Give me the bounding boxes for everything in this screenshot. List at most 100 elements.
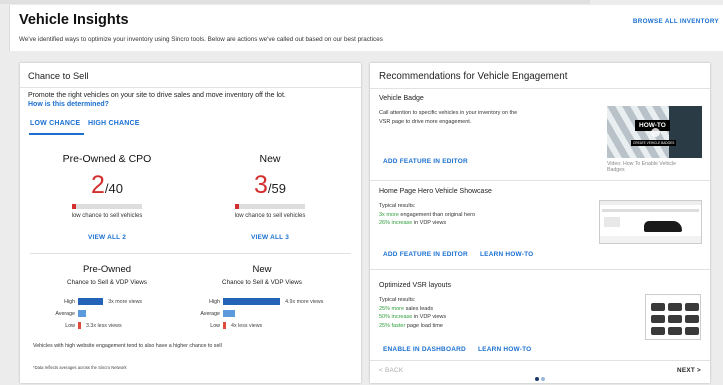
section-title: Home Page Hero Vehicle Showcase bbox=[379, 188, 492, 195]
hero-preview-image bbox=[599, 200, 702, 244]
add-feature-badge-button[interactable]: ADD FEATURE IN EDITOR bbox=[383, 158, 468, 165]
car-icon bbox=[644, 221, 682, 232]
result-text: in VDP views bbox=[412, 220, 447, 226]
back-button[interactable]: < BACK bbox=[379, 367, 403, 374]
section-body: Typical results: 3x more engagement than… bbox=[379, 202, 475, 228]
result-highlight: 3x more bbox=[379, 211, 399, 218]
page-title: Vehicle Insights bbox=[19, 12, 129, 28]
view-all-preowned-button[interactable]: VIEW ALL 2 bbox=[32, 234, 182, 241]
page-dot-active[interactable] bbox=[535, 377, 539, 381]
result-line: 26% increase in VDP views bbox=[379, 219, 475, 228]
result-text: sales leads bbox=[404, 305, 434, 312]
vdp-new-row-low: Low 4x less views bbox=[210, 322, 353, 330]
add-feature-hero-button[interactable]: ADD FEATURE IN EDITOR bbox=[383, 251, 468, 258]
section-title: Vehicle Badge bbox=[379, 95, 424, 102]
stat-caption: low chance to sell vehicles bbox=[71, 213, 143, 219]
body-line: Call attention to specific vehicles in y… bbox=[379, 110, 518, 116]
caption-line: Badges bbox=[607, 167, 625, 174]
section-body: Call attention to specific vehicles in y… bbox=[379, 109, 517, 126]
vdp-new-row-average: Average bbox=[200, 310, 353, 318]
body-line: VSR page to drive more engagement. bbox=[379, 118, 472, 125]
stat-count-total: /40 bbox=[104, 181, 123, 196]
row-bar bbox=[78, 310, 87, 317]
vdp-preowned-row-low: Low 3.3x less views bbox=[65, 322, 198, 330]
divider bbox=[370, 360, 710, 361]
row-bar bbox=[223, 310, 235, 317]
vdp-preowned-subheading: Chance to Sell & VDP Views bbox=[67, 279, 147, 286]
vdp-preowned-heading: Pre-Owned bbox=[82, 264, 132, 275]
page-dot[interactable] bbox=[540, 377, 545, 381]
play-icon bbox=[651, 128, 660, 137]
vdp-preowned-row-average: Average bbox=[55, 310, 198, 318]
result-text: engagement than original hero bbox=[398, 211, 476, 218]
how-determined-link[interactable]: How is this determined? bbox=[28, 101, 109, 108]
stat-progress-fill bbox=[72, 204, 76, 209]
row-note: 4x less views bbox=[231, 323, 263, 329]
video-caption: Video: How To Enable Vehicle Badges bbox=[607, 161, 676, 174]
stat-heading: New bbox=[259, 153, 281, 165]
car-tile bbox=[668, 315, 682, 323]
row-note: 3x more views bbox=[108, 299, 143, 305]
tab-high-chance[interactable]: HIGH CHANCE bbox=[88, 120, 140, 127]
row-label: High bbox=[64, 299, 75, 305]
recommendations-card: Recommendations for Vehicle Engagement V… bbox=[370, 63, 710, 383]
result-text: in VDP views bbox=[412, 314, 447, 320]
tab-low-chance[interactable]: LOW CHANCE bbox=[30, 120, 80, 127]
car-tile bbox=[685, 303, 699, 311]
pagination-dots bbox=[535, 368, 546, 385]
result-highlight: 25% more bbox=[379, 305, 405, 312]
stat-count-value: 2 bbox=[91, 171, 105, 199]
enable-in-dashboard-button[interactable]: ENABLE IN DASHBOARD bbox=[383, 346, 466, 353]
car-tile bbox=[685, 315, 699, 323]
section-title: Optimized VSR layouts bbox=[379, 282, 451, 289]
page-subtitle: We've identified ways to optimize your i… bbox=[19, 36, 383, 43]
vsr-preview-image bbox=[645, 294, 701, 340]
preview-nav bbox=[602, 209, 699, 212]
learn-how-to-vsr-button[interactable]: LEARN HOW-TO bbox=[478, 346, 531, 353]
result-line: 25% faster page load time bbox=[379, 322, 446, 331]
row-bar bbox=[223, 322, 226, 329]
browse-all-inventory-link[interactable]: BROWSE ALL INVENTORY bbox=[633, 18, 719, 25]
row-label: High bbox=[209, 299, 220, 305]
vdp-new-heading: New bbox=[252, 264, 272, 275]
vdp-preowned-row-high: High 3x more views bbox=[64, 298, 198, 306]
row-label: Average bbox=[55, 311, 75, 317]
stat-count: 2/40 bbox=[32, 171, 182, 203]
stat-heading: Pre-Owned & CPO bbox=[62, 153, 152, 165]
car-tile bbox=[651, 315, 665, 323]
stat-count: 3/59 bbox=[195, 171, 345, 203]
row-bar bbox=[78, 298, 104, 305]
divider bbox=[370, 88, 710, 89]
section-body: Typical results: 25% more sales leads 50… bbox=[379, 296, 446, 330]
row-label: Low bbox=[210, 323, 220, 329]
result-text: page load time bbox=[405, 322, 443, 329]
card-title: Chance to Sell bbox=[28, 71, 89, 81]
active-tab-indicator bbox=[29, 133, 84, 135]
chance-to-sell-card: Chance to Sell Promote the right vehicle… bbox=[20, 63, 361, 383]
page-header: Vehicle Insights We've identified ways t… bbox=[9, 5, 723, 51]
divider bbox=[370, 180, 710, 181]
divider bbox=[20, 87, 361, 88]
stat-count-value: 3 bbox=[254, 171, 268, 199]
stat-progress-bar bbox=[235, 204, 305, 209]
divider bbox=[30, 253, 351, 254]
next-button[interactable]: NEXT > bbox=[677, 367, 701, 374]
divider bbox=[370, 269, 710, 270]
top-strip bbox=[0, 0, 590, 4]
vdp-new-subheading: Chance to Sell & VDP Views bbox=[222, 279, 302, 286]
preview-text-block bbox=[604, 217, 620, 227]
row-label: Average bbox=[200, 311, 220, 317]
stat-new: New 3/59 low chance to sell vehicles VIE… bbox=[195, 153, 345, 241]
stat-preowned-cpo: Pre-Owned & CPO 2/40 low chance to sell … bbox=[32, 153, 182, 241]
thumbnail-subtitle: CREATE VEHICLE BADGES bbox=[631, 140, 677, 146]
engagement-footnote: Vehicles with high website engagement te… bbox=[33, 343, 222, 349]
data-footnote: *Data reflects averages across the Sincr… bbox=[33, 365, 127, 370]
result-highlight: 26% increase bbox=[379, 220, 413, 226]
view-all-new-button[interactable]: VIEW ALL 3 bbox=[195, 234, 345, 241]
video-thumbnail[interactable]: HOW-TO CREATE VEHICLE BADGES bbox=[607, 106, 702, 158]
car-tile bbox=[651, 327, 665, 335]
typical-results-label: Typical results: bbox=[379, 203, 416, 209]
result-highlight: 25% faster bbox=[379, 322, 406, 329]
learn-how-to-hero-button[interactable]: LEARN HOW-TO bbox=[480, 251, 533, 258]
car-tile bbox=[651, 303, 665, 311]
